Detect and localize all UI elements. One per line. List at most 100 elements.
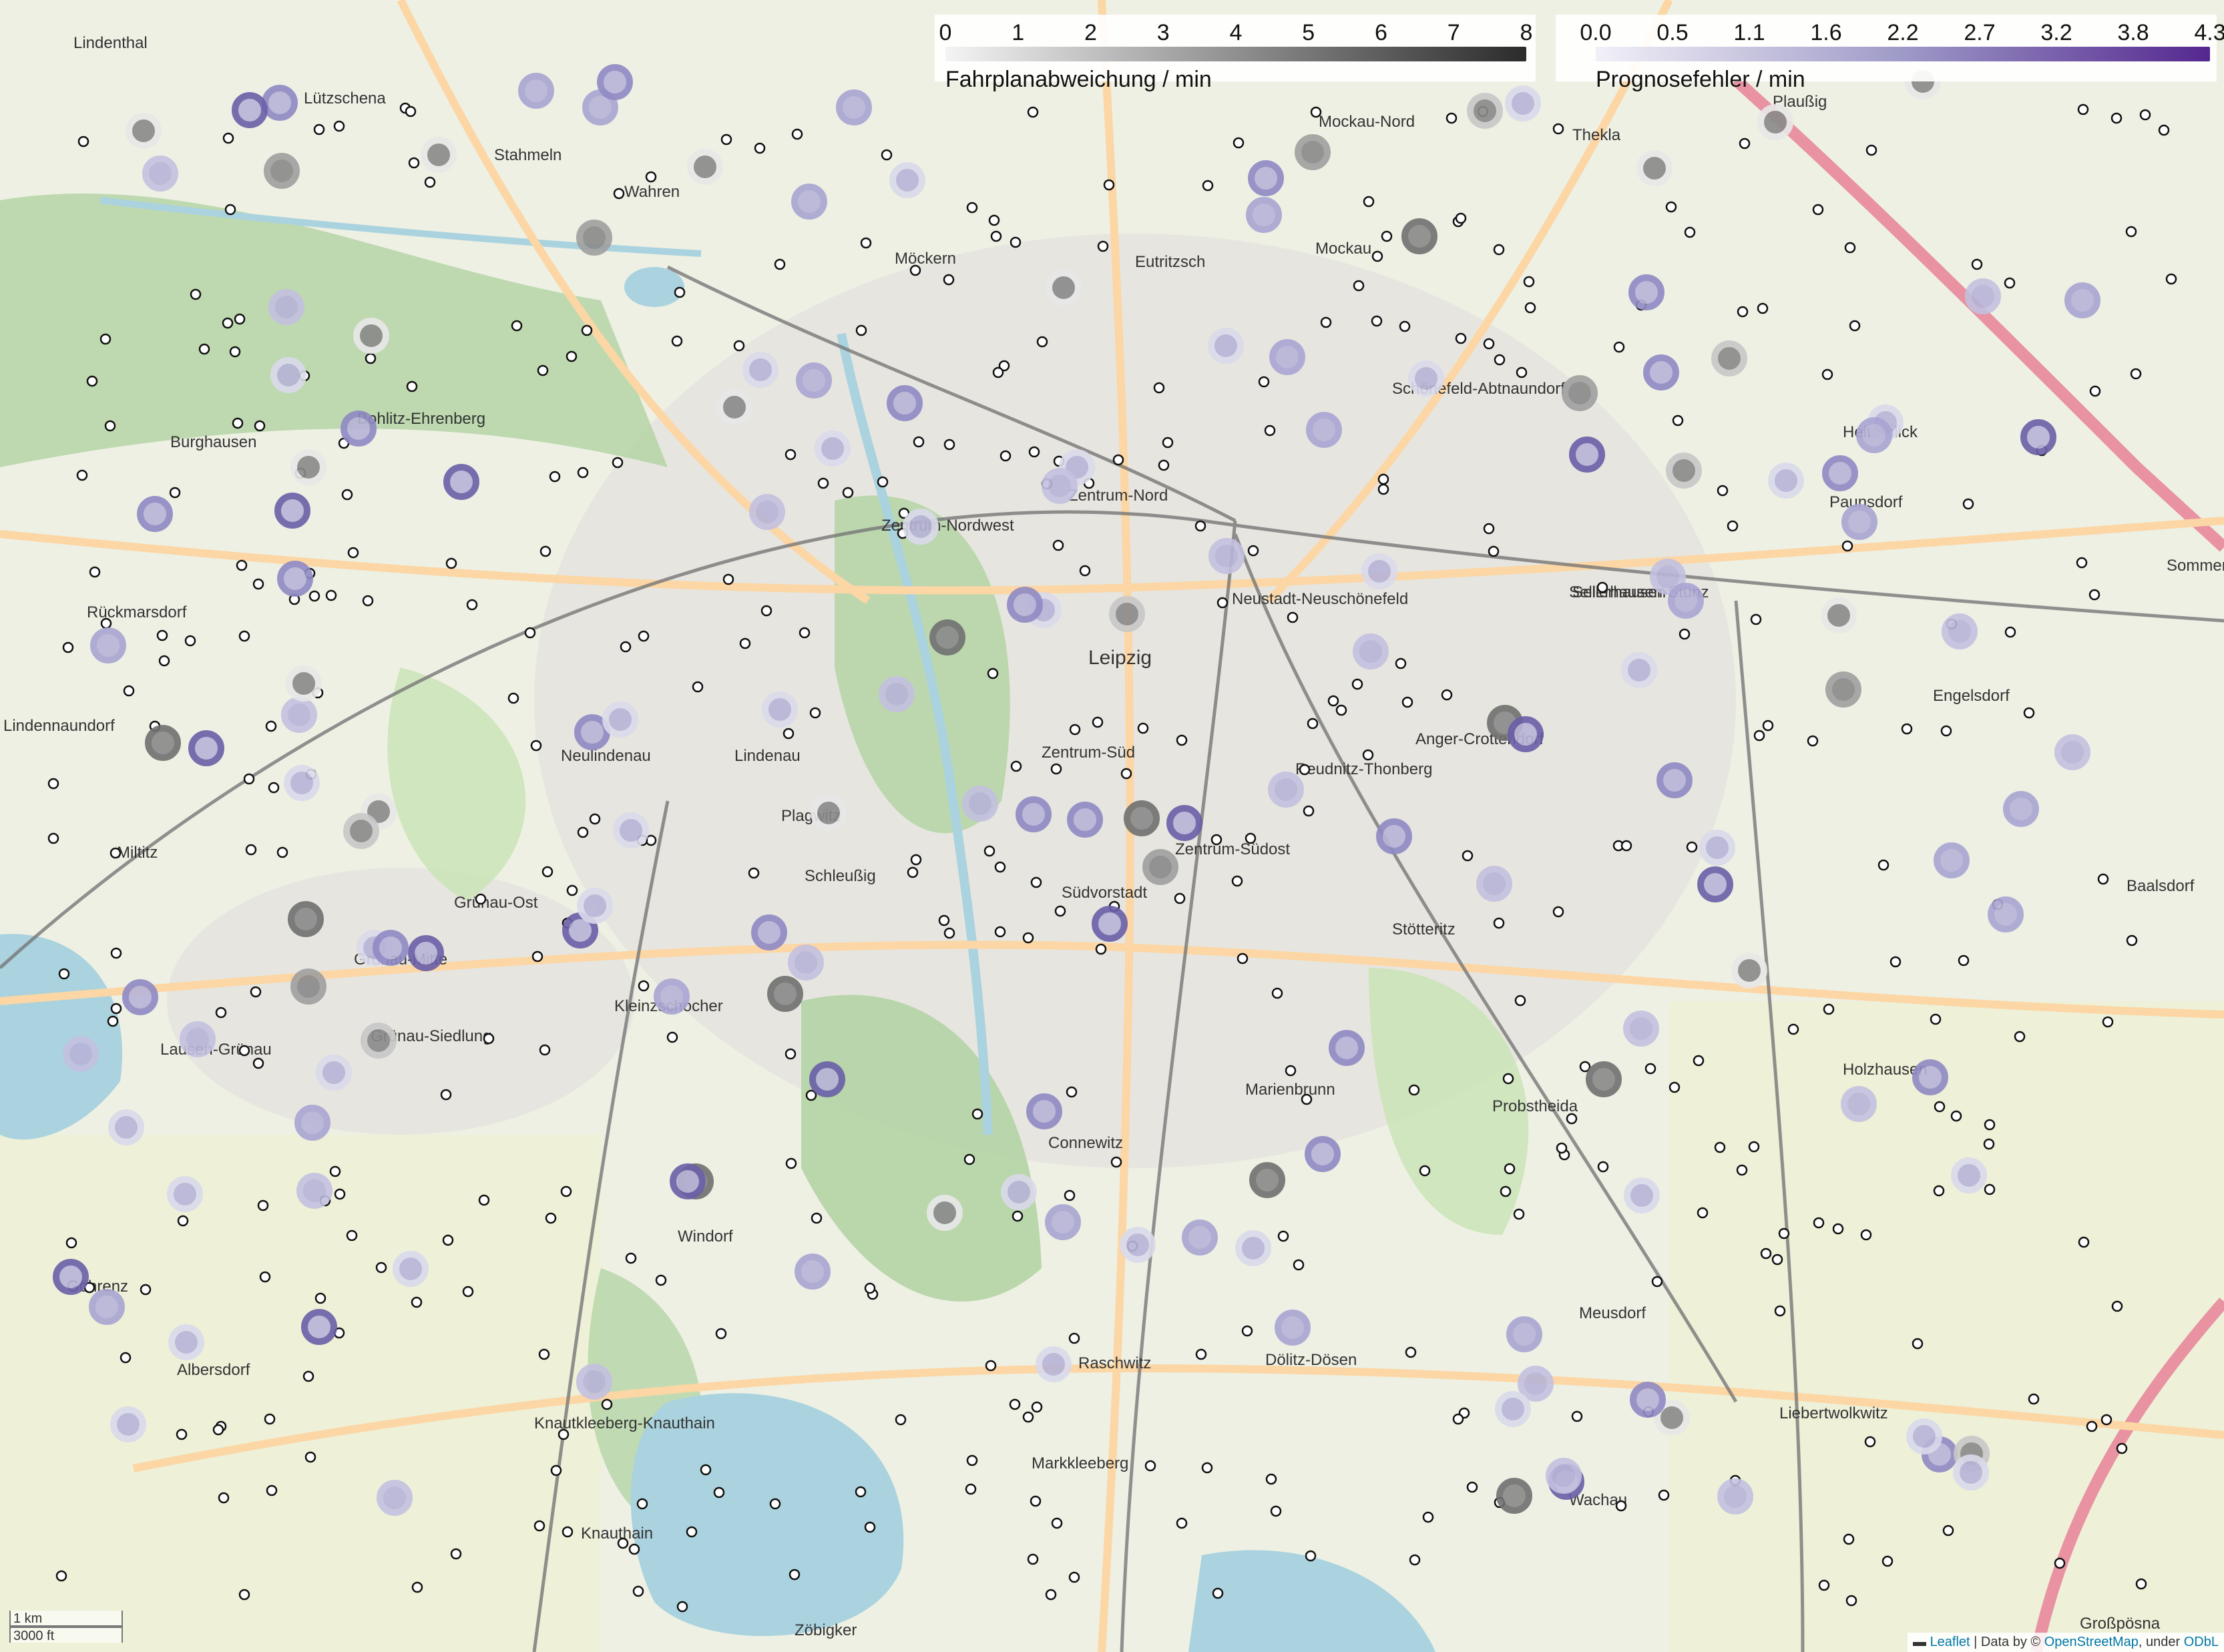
stop-marker[interactable]: [2125, 226, 2137, 238]
stop-marker[interactable]: [259, 1271, 271, 1283]
stop-marker[interactable]: [1717, 485, 1729, 497]
rated-stop-marker[interactable]: [1717, 1478, 1753, 1515]
rated-stop-marker[interactable]: [1329, 1030, 1365, 1066]
stop-marker[interactable]: [1812, 204, 1824, 216]
stop-marker[interactable]: [566, 884, 578, 896]
stop-marker[interactable]: [638, 980, 650, 992]
stop-marker[interactable]: [1849, 320, 1861, 332]
rated-stop-marker[interactable]: [286, 665, 322, 702]
stop-marker[interactable]: [1984, 1183, 1996, 1195]
stop-marker[interactable]: [1153, 382, 1165, 394]
rated-stop-marker[interactable]: [408, 935, 444, 971]
stop-marker[interactable]: [229, 346, 241, 358]
stop-marker[interactable]: [966, 202, 978, 214]
stop-marker[interactable]: [2100, 1414, 2112, 1426]
rated-stop-marker[interactable]: [1628, 274, 1664, 310]
stop-marker[interactable]: [855, 1486, 867, 1498]
stop-marker[interactable]: [1401, 696, 1413, 708]
rated-stop-marker[interactable]: [1295, 134, 1331, 170]
stop-marker[interactable]: [943, 439, 955, 451]
stop-marker[interactable]: [1514, 995, 1526, 1007]
stop-marker[interactable]: [1351, 678, 1363, 690]
stop-marker[interactable]: [992, 366, 1004, 378]
stop-marker[interactable]: [424, 176, 436, 188]
stop-marker[interactable]: [2110, 112, 2123, 124]
stop-marker[interactable]: [2004, 277, 2016, 289]
rated-stop-marker[interactable]: [281, 697, 317, 733]
rated-stop-marker[interactable]: [1353, 633, 1389, 669]
stop-marker[interactable]: [1022, 1411, 1034, 1423]
rated-stop-marker[interactable]: [1476, 866, 1512, 902]
stop-marker[interactable]: [1930, 1013, 1942, 1025]
stop-marker[interactable]: [1381, 230, 1393, 242]
stop-marker[interactable]: [475, 893, 487, 905]
rated-stop-marker[interactable]: [788, 944, 824, 981]
map-canvas[interactable]: Möckern Eutritzsch Mockau-Nord Mockau Ze…: [0, 0, 2224, 1652]
stop-marker[interactable]: [1665, 201, 1677, 213]
rated-stop-marker[interactable]: [1120, 1227, 1156, 1263]
stop-marker[interactable]: [1644, 1063, 1656, 1075]
rated-stop-marker[interactable]: [889, 162, 925, 198]
stop-marker[interactable]: [2165, 273, 2177, 285]
leaflet-link[interactable]: Leaflet: [1930, 1635, 1970, 1649]
stop-marker[interactable]: [963, 1153, 975, 1165]
stop-marker[interactable]: [1231, 875, 1243, 887]
stop-marker[interactable]: [566, 350, 578, 362]
stop-marker[interactable]: [245, 844, 257, 856]
rated-stop-marker[interactable]: [137, 496, 173, 532]
stop-marker[interactable]: [913, 436, 925, 448]
rated-stop-marker[interactable]: [670, 1163, 706, 1199]
stop-marker[interactable]: [440, 1089, 452, 1101]
odbl-link[interactable]: ODbL: [2184, 1635, 2219, 1649]
rated-stop-marker[interactable]: [168, 1324, 204, 1360]
stop-marker[interactable]: [347, 547, 359, 559]
stop-marker[interactable]: [1466, 1481, 1478, 1493]
rated-stop-marker[interactable]: [373, 930, 409, 966]
rated-stop-marker[interactable]: [929, 619, 965, 655]
stop-marker[interactable]: [1052, 539, 1064, 551]
stop-marker[interactable]: [1597, 1161, 1609, 1173]
stop-marker[interactable]: [1103, 179, 1115, 191]
rated-stop-marker[interactable]: [791, 184, 827, 220]
stop-marker[interactable]: [314, 1292, 326, 1304]
stop-marker[interactable]: [1162, 437, 1174, 449]
stop-marker[interactable]: [104, 420, 116, 432]
stop-marker[interactable]: [1962, 498, 1974, 510]
stop-marker[interactable]: [302, 1370, 314, 1382]
stop-marker[interactable]: [910, 854, 922, 866]
stop-marker[interactable]: [1441, 689, 1453, 701]
rated-stop-marker[interactable]: [1092, 906, 1128, 942]
stop-marker[interactable]: [1493, 917, 1505, 929]
stop-marker[interactable]: [713, 1486, 725, 1498]
stop-marker[interactable]: [739, 637, 751, 649]
stop-marker[interactable]: [2111, 1300, 2123, 1312]
rated-stop-marker[interactable]: [2020, 419, 2056, 455]
stop-marker[interactable]: [881, 149, 893, 161]
stop-marker[interactable]: [558, 1428, 570, 1440]
stop-marker[interactable]: [1241, 1325, 1253, 1337]
stop-marker[interactable]: [1419, 1165, 1431, 1177]
rated-stop-marker[interactable]: [796, 362, 832, 398]
stop-marker[interactable]: [1137, 722, 1149, 734]
stop-marker[interactable]: [1813, 1217, 1825, 1229]
rated-stop-marker[interactable]: [288, 901, 324, 937]
rated-stop-marker[interactable]: [343, 813, 379, 849]
stop-marker[interactable]: [408, 157, 420, 169]
stop-marker[interactable]: [1009, 1398, 1021, 1410]
stop-marker[interactable]: [748, 867, 760, 879]
stop-marker[interactable]: [1307, 718, 1319, 730]
stop-marker[interactable]: [411, 1581, 423, 1593]
rated-stop-marker[interactable]: [1182, 1219, 1218, 1256]
rated-stop-marker[interactable]: [142, 156, 178, 192]
stop-marker[interactable]: [864, 1282, 876, 1294]
stop-marker[interactable]: [1030, 876, 1042, 888]
rated-stop-marker[interactable]: [1506, 1316, 1542, 1352]
stop-marker[interactable]: [1030, 1495, 1042, 1507]
stop-marker[interactable]: [791, 128, 803, 140]
stop-marker[interactable]: [1579, 1061, 1591, 1073]
stop-marker[interactable]: [1958, 954, 1970, 967]
rated-stop-marker[interactable]: [1246, 197, 1282, 233]
stop-marker[interactable]: [785, 1048, 797, 1060]
stop-marker[interactable]: [625, 1252, 637, 1264]
rated-stop-marker[interactable]: [687, 149, 723, 185]
